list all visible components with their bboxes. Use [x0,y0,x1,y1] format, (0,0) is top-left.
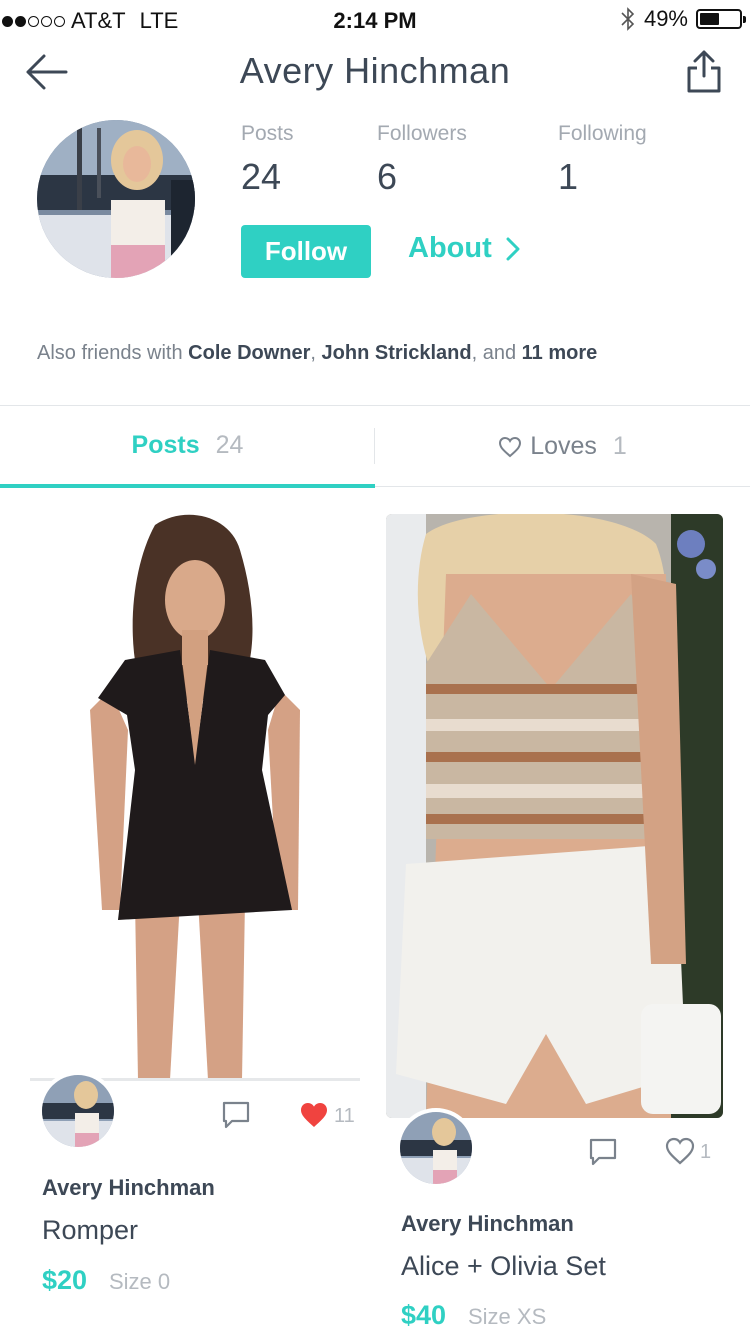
post-photo[interactable] [30,510,360,1080]
tab-label: Loves [530,432,597,460]
stat-label: Followers [377,122,467,145]
post-title[interactable]: Alice + Olivia Set [401,1251,606,1282]
friends-separator: , [310,342,322,364]
friend-name[interactable]: Cole Downer [188,342,310,364]
friend-name[interactable]: John Strickland [322,342,472,364]
tab-count: 1 [612,432,627,460]
post-author-name[interactable]: Avery Hinchman [401,1211,574,1237]
heart-outline-icon [665,1137,695,1165]
profile-tabs: Posts 24 Loves 1 [0,405,750,488]
romper-photo [30,510,360,1080]
post-size: Size XS [468,1304,547,1329]
author-photo [400,1112,472,1184]
post-price: $20 [42,1265,88,1295]
post-title[interactable]: Romper [42,1215,138,1246]
mutual-friends: Also friends with Cole Downer, John Stri… [37,342,597,365]
tab-posts[interactable]: Posts 24 [0,406,375,488]
post-author-name[interactable]: Avery Hinchman [42,1175,215,1201]
stat-value: 24 [241,156,282,197]
chevron-right-icon [506,237,520,260]
about-label: About [408,232,492,264]
stat-label: Following [558,122,647,145]
status-bar: AT&T LTE 2:14 PM 49% [0,0,750,40]
bluetooth-icon [621,7,635,31]
stat-following[interactable]: Following 1 [558,122,647,198]
friends-separator: , and [471,342,522,364]
battery-percent: 49% [643,6,688,31]
heart-outline-icon [499,436,522,457]
more-friends-link[interactable]: 11 more [522,342,598,364]
nav-header: Avery Hinchman [0,40,750,104]
like-count: 11 [334,1105,355,1127]
comment-button[interactable] [221,1100,251,1135]
like-count: 1 [700,1141,712,1163]
post-author-avatar[interactable] [396,1108,476,1188]
like-button[interactable] [665,1137,695,1170]
author-photo [42,1075,114,1147]
comment-button[interactable] [588,1137,618,1172]
comment-icon [222,1101,250,1129]
post-price: $40 [401,1300,447,1330]
like-button[interactable] [299,1101,329,1134]
stat-value: 6 [377,156,398,197]
tab-count: 24 [215,430,244,459]
page-title: Avery Hinchman [239,50,511,91]
stat-posts[interactable]: Posts 24 [241,122,294,198]
post-photo[interactable] [386,514,723,1118]
tab-label: Posts [131,430,200,459]
post-size: Size 0 [109,1269,171,1294]
friends-prefix: Also friends with [37,342,189,364]
follow-button[interactable]: Follow [241,225,371,278]
share-icon [687,50,721,93]
battery-icon [696,9,746,29]
stat-followers[interactable]: Followers 6 [377,122,467,198]
set-photo [386,514,723,1118]
tab-loves[interactable]: Loves 1 [375,406,750,487]
status-right: 49% [620,6,746,32]
stat-value: 1 [558,156,579,197]
about-link[interactable]: About [408,232,520,265]
profile-avatar[interactable] [37,120,195,278]
share-button[interactable] [684,48,724,94]
post-author-avatar[interactable] [38,1071,118,1151]
profile-photo [37,120,195,278]
heart-filled-icon [301,1103,327,1127]
comment-icon [589,1138,617,1166]
stat-label: Posts [241,122,294,145]
